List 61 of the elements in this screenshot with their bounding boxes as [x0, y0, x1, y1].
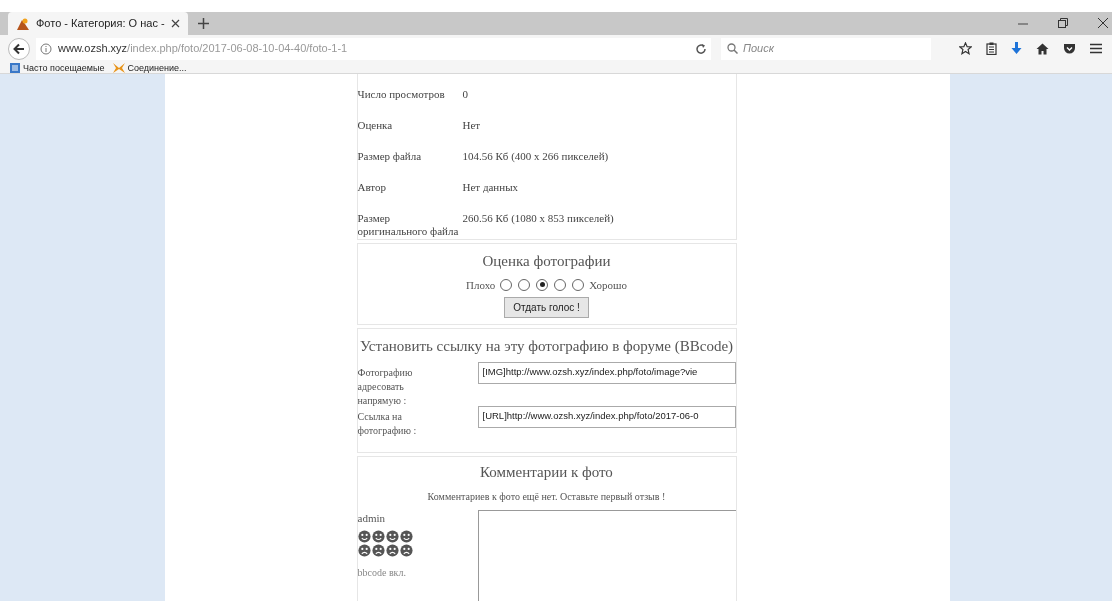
puzzle-icon: [112, 62, 125, 73]
info-value: Нет данных: [462, 181, 519, 194]
bookmark-link[interactable]: Часто посещаемые: [23, 62, 105, 73]
browser-tab[interactable]: Фото - Категория: О нас -: [8, 12, 188, 35]
new-tab-icon[interactable]: [198, 18, 209, 29]
back-button[interactable]: [8, 37, 30, 60]
smiley-icon[interactable]: [357, 529, 371, 543]
info-label: Размер файла: [357, 150, 423, 163]
smiley-icon[interactable]: [385, 543, 399, 557]
high-label: Хорошо: [589, 277, 627, 293]
search-placeholder: Поиск: [743, 41, 774, 57]
search-icon: [727, 43, 738, 54]
bbcode-field[interactable]: [URL]http://www.ozsh.xyz/index.php/foto/2017-06-0: [477, 405, 736, 428]
smiley-icon[interactable]: [357, 543, 371, 557]
section-title: Оценка фотографии: [482, 252, 611, 271]
smiley-icon[interactable]: [371, 543, 385, 557]
home-icon[interactable]: [1036, 42, 1049, 55]
field-label: Фотографию адресовать напрямую :: [357, 365, 414, 408]
bookmark-link[interactable]: Соединение...: [127, 62, 187, 73]
site-logo-icon: [16, 16, 30, 31]
back-arrow-icon: [13, 42, 25, 55]
smiley-icon[interactable]: [399, 529, 413, 543]
rating-radio[interactable]: [536, 278, 549, 291]
info-label: Автор: [357, 181, 388, 194]
rating-radio[interactable]: [518, 278, 531, 291]
username: admin: [357, 511, 386, 526]
smiley-icon[interactable]: [399, 543, 413, 557]
rating-radio[interactable]: [554, 278, 567, 291]
info-value: 0: [462, 88, 468, 101]
restore-icon[interactable]: [1058, 18, 1068, 28]
info-value: 104.56 Кб (400 x 266 пикселей): [462, 150, 609, 163]
info-label: Число просмотров: [357, 88, 446, 101]
bbcode-field[interactable]: [IMG]http://www.ozsh.xyz/index.php/foto/image?vie: [477, 361, 736, 384]
close-icon[interactable]: [1098, 18, 1108, 28]
url-text: www.ozsh.xyz/index.php/foto/2017-06-08-10-04-40/foto-1-1: [58, 41, 349, 57]
rating-radio[interactable]: [572, 278, 585, 291]
bbcode-status: bbcode вкл.: [357, 565, 407, 580]
search-field[interactable]: Поиск: [721, 37, 931, 60]
low-label: Плохо: [466, 277, 496, 293]
close-icon[interactable]: [171, 19, 180, 28]
smiley-icon[interactable]: [371, 529, 385, 543]
info-icon[interactable]: [40, 42, 52, 55]
info-value: Нет: [462, 119, 481, 132]
section-title: Комментарии к фото: [479, 462, 614, 482]
menu-icon[interactable]: [1090, 43, 1102, 54]
reload-icon[interactable]: [695, 42, 707, 55]
smiley-icon[interactable]: [385, 529, 399, 543]
star-icon[interactable]: [959, 42, 972, 55]
pocket-icon[interactable]: [1063, 42, 1076, 55]
info-value: 260.56 Кб (1080 x 853 пикселей): [462, 212, 614, 225]
info-label: Оценка: [357, 119, 394, 132]
download-icon[interactable]: [1011, 42, 1022, 55]
clipboard-icon[interactable]: [986, 42, 997, 55]
empty-message: Комментариев к фото ещё нет. Оставьте первый отзыв !: [426, 490, 667, 504]
address-bar[interactable]: www.ozsh.xyz/index.php/foto/2017-06-08-10-04-40/foto-1-1: [36, 37, 711, 60]
info-label: Размер оригинального файла: [357, 212, 460, 238]
rating-radio[interactable]: [500, 278, 513, 291]
vote-button[interactable]: Отдать голос !: [504, 297, 589, 318]
field-label: Ссылка на фотографию :: [357, 409, 418, 438]
tab-title: Фото - Категория: О нас -: [36, 16, 165, 32]
section-title: Установить ссылку на эту фотографию в форуме (BBcode): [358, 337, 735, 356]
